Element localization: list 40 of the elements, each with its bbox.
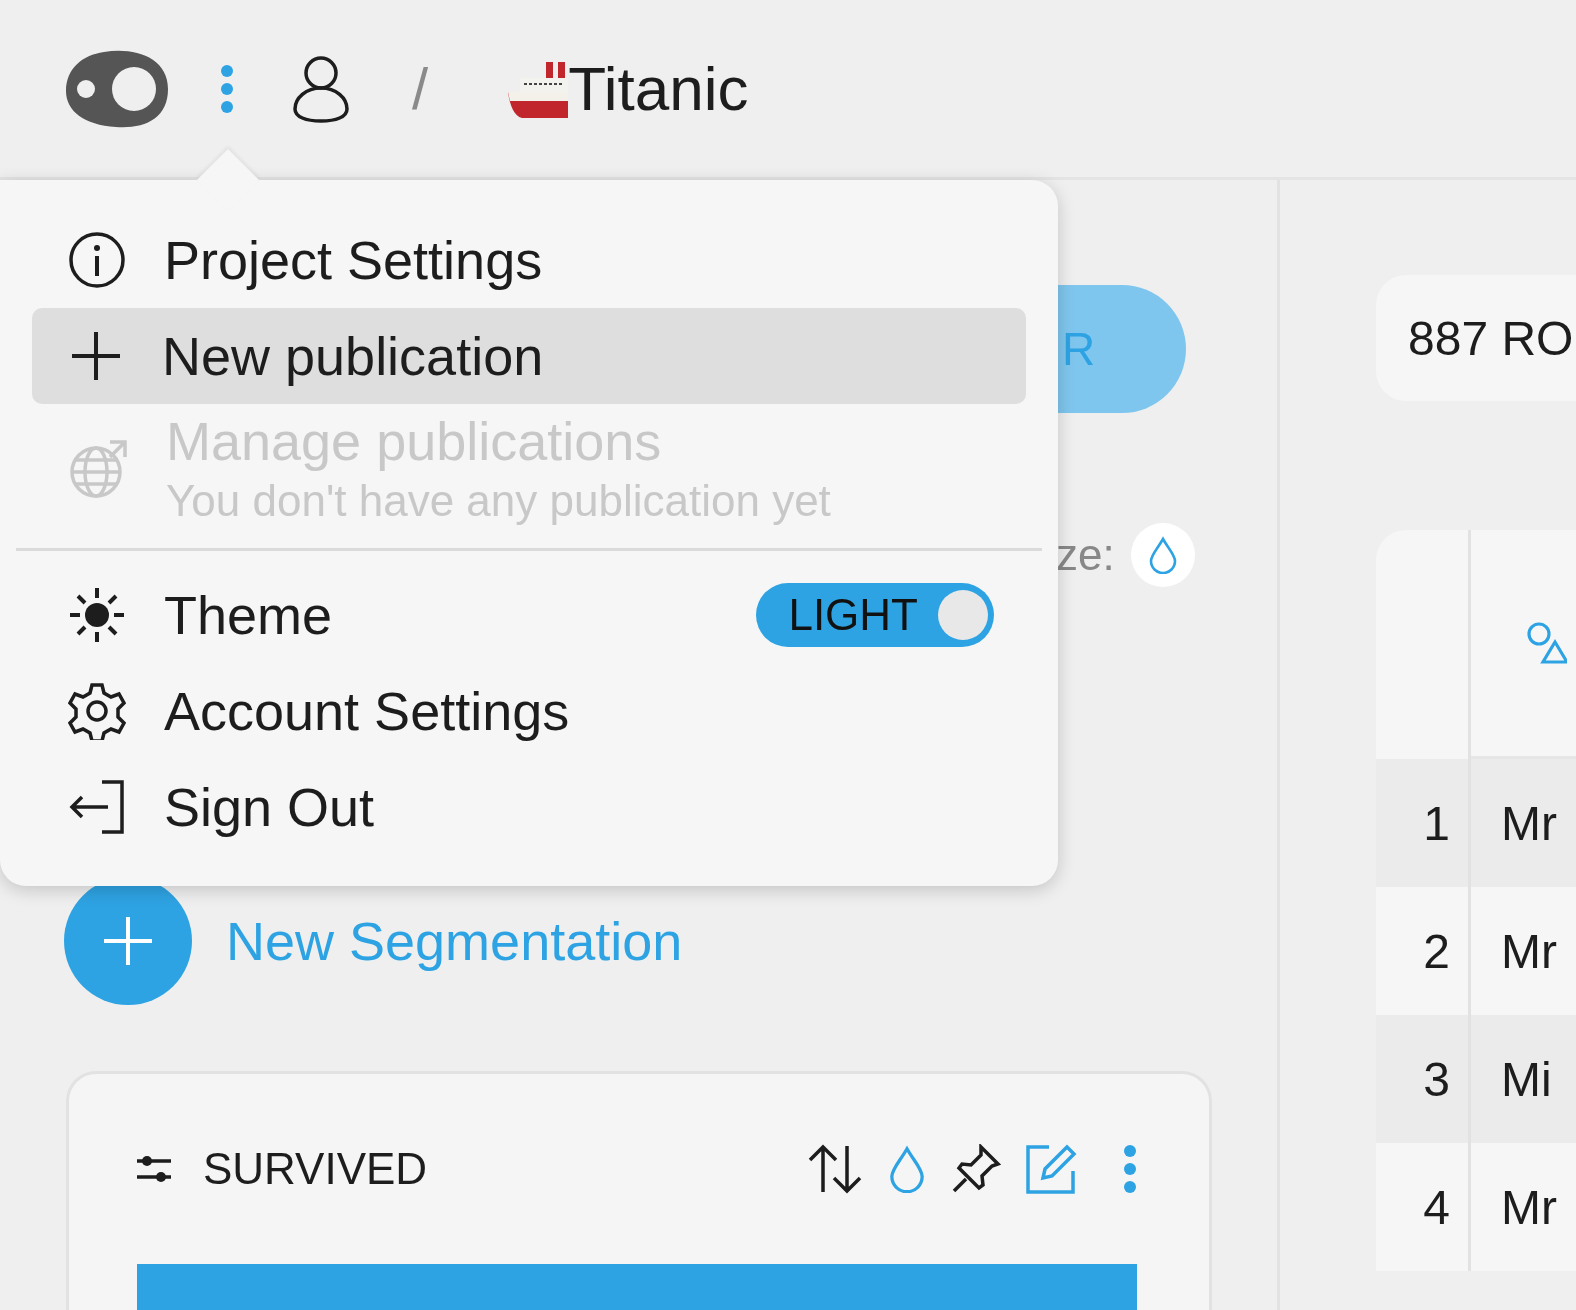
row-count: 887 RO — [1376, 275, 1576, 401]
menu-item[interactable]: Theme LIGHT — [32, 567, 1026, 663]
project-title: Titanic — [568, 53, 749, 124]
pin-icon[interactable] — [951, 1144, 1001, 1194]
info-icon — [68, 231, 126, 289]
menu-item[interactable]: Sign Out — [32, 759, 1026, 855]
sign-out-icon — [68, 778, 126, 836]
menu-item[interactable]: New publication — [32, 308, 1026, 404]
table-cell: Mr — [1471, 1143, 1576, 1271]
row-index: 3 — [1376, 1015, 1471, 1143]
menu-item-label: Sign Out — [164, 776, 375, 838]
drop-icon — [1147, 536, 1178, 574]
logo-icon[interactable] — [64, 48, 170, 129]
menu-item-label: Theme — [164, 584, 333, 646]
segment-title: SURVIVED — [203, 1144, 429, 1194]
table-cell: Mr — [1471, 887, 1576, 1015]
menu-item-label: Project Settings — [164, 229, 543, 291]
menu-item-label: New publication — [162, 325, 544, 387]
row-index: 4 — [1376, 1143, 1471, 1271]
row-index: 2 — [1376, 887, 1471, 1015]
edit-icon[interactable] — [1025, 1143, 1077, 1195]
table-cell: Mi — [1471, 1015, 1576, 1143]
more-icon[interactable] — [1123, 1144, 1137, 1194]
shapes-icon — [1527, 622, 1567, 664]
menu-item[interactable]: Project Settings — [32, 212, 1026, 308]
menu-item-label: Account Settings — [164, 680, 570, 742]
user-icon[interactable] — [292, 54, 350, 123]
breadcrumb-separator: / — [412, 55, 429, 122]
table-cell: Mr — [1471, 759, 1576, 887]
sort-icon[interactable] — [807, 1144, 863, 1194]
menu-icon[interactable] — [220, 63, 234, 114]
menu-item[interactable]: Account Settings — [32, 663, 1026, 759]
sliders-icon[interactable] — [137, 1153, 171, 1185]
colorize-icon[interactable] — [887, 1145, 927, 1193]
gear-icon — [68, 682, 126, 740]
row-index: 1 — [1376, 759, 1471, 887]
sun-icon — [68, 586, 126, 644]
colorize-label: ze: — [1056, 530, 1115, 580]
theme-toggle[interactable]: LIGHT — [756, 583, 994, 647]
globe-icon — [68, 438, 128, 498]
